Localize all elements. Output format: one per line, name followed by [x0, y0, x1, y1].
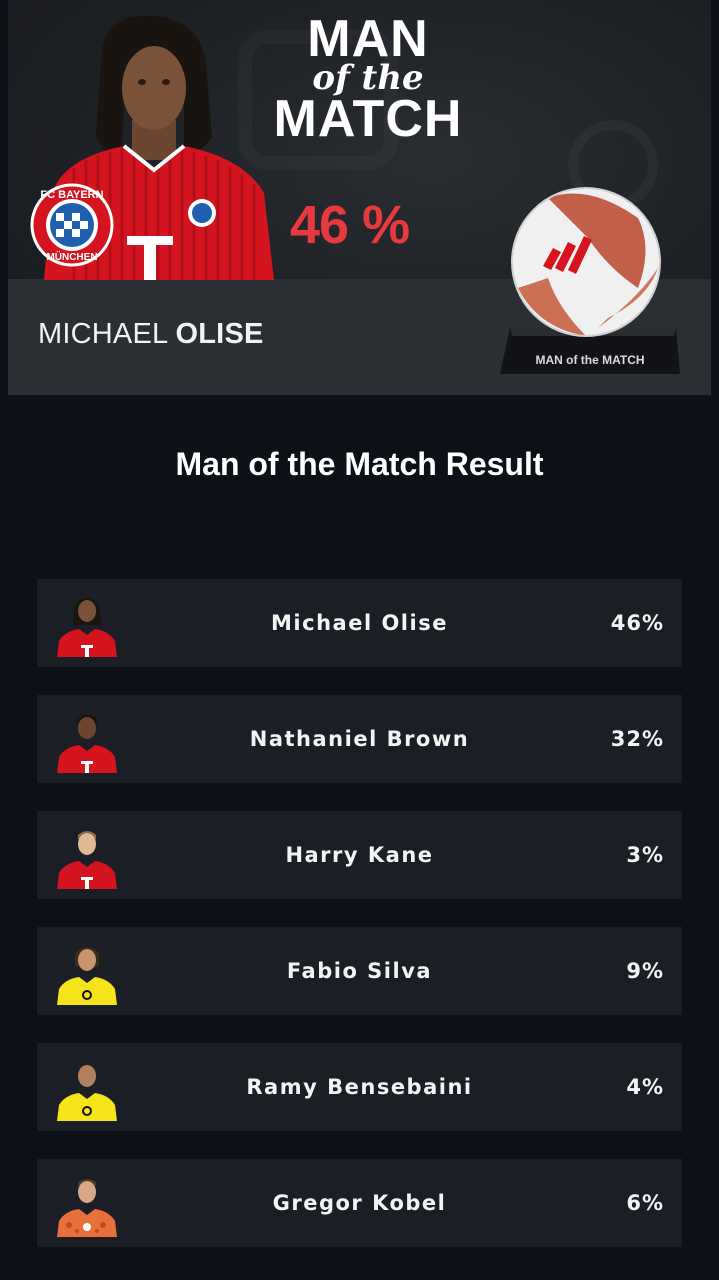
svg-text:FC BAYERN: FC BAYERN [40, 189, 103, 201]
vote-percentage: 4% [626, 1075, 664, 1099]
trophy-label: MAN of the MATCH [535, 353, 644, 367]
winner-percentage: 46 % [290, 195, 410, 255]
results-heading: Man of the Match Result [175, 446, 544, 482]
vote-percentage: 3% [626, 843, 664, 867]
man-of-the-match-heading: MAN of the MATCH [258, 10, 478, 148]
player-name: Michael Olise [271, 611, 448, 635]
result-row-michael-olise[interactable]: Michael Olise 46% [37, 579, 682, 667]
player-name: Harry Kane [285, 843, 434, 867]
result-row-nathaniel-brown[interactable]: Nathaniel Brown 32% [37, 695, 682, 783]
winner-name: MICHAEL OLISE [38, 318, 264, 351]
vote-percentage: 6% [626, 1191, 664, 1215]
winner-first-name: MICHAEL [38, 318, 168, 350]
heading-line-man: MAN [307, 10, 429, 68]
vote-percentage: 9% [626, 959, 664, 983]
result-row-fabio-silva[interactable]: Fabio Silva 9% [37, 927, 682, 1015]
hero-card: FC BAYERN MÜNCHEN MAN of the MATCH 46 % … [8, 0, 711, 395]
winner-last-name: OLISE [175, 318, 264, 350]
result-row-ramy-bensebaini[interactable]: Ramy Bensebaini 4% [37, 1043, 682, 1131]
player-name: Nathaniel Brown [249, 727, 470, 751]
player-name: Ramy Bensebaini [246, 1075, 473, 1099]
svg-text:MÜNCHEN: MÜNCHEN [46, 250, 97, 263]
heading-line-match: MATCH [273, 90, 463, 148]
trophy-ball-icon: MAN of the MATCH [500, 187, 680, 374]
player-name: Gregor Kobel [272, 1191, 447, 1215]
player-avatar-icon [57, 947, 117, 1005]
player-avatar-icon [57, 598, 117, 657]
vote-percentage: 32% [610, 727, 664, 751]
player-avatar-icon [57, 715, 117, 773]
player-name: Fabio Silva [286, 959, 433, 983]
player-avatar-icon [57, 1064, 117, 1121]
player-portrait: FC BAYERN MÜNCHEN [30, 15, 274, 280]
player-avatar-icon [57, 1179, 117, 1237]
result-row-harry-kane[interactable]: Harry Kane 3% [37, 811, 682, 899]
results-list: Michael Olise 46% Nathaniel Brown 32% Ha… [37, 579, 682, 1275]
player-avatar-icon [57, 831, 117, 889]
result-row-gregor-kobel[interactable]: Gregor Kobel 6% [37, 1159, 682, 1247]
vote-percentage: 46% [610, 611, 664, 635]
